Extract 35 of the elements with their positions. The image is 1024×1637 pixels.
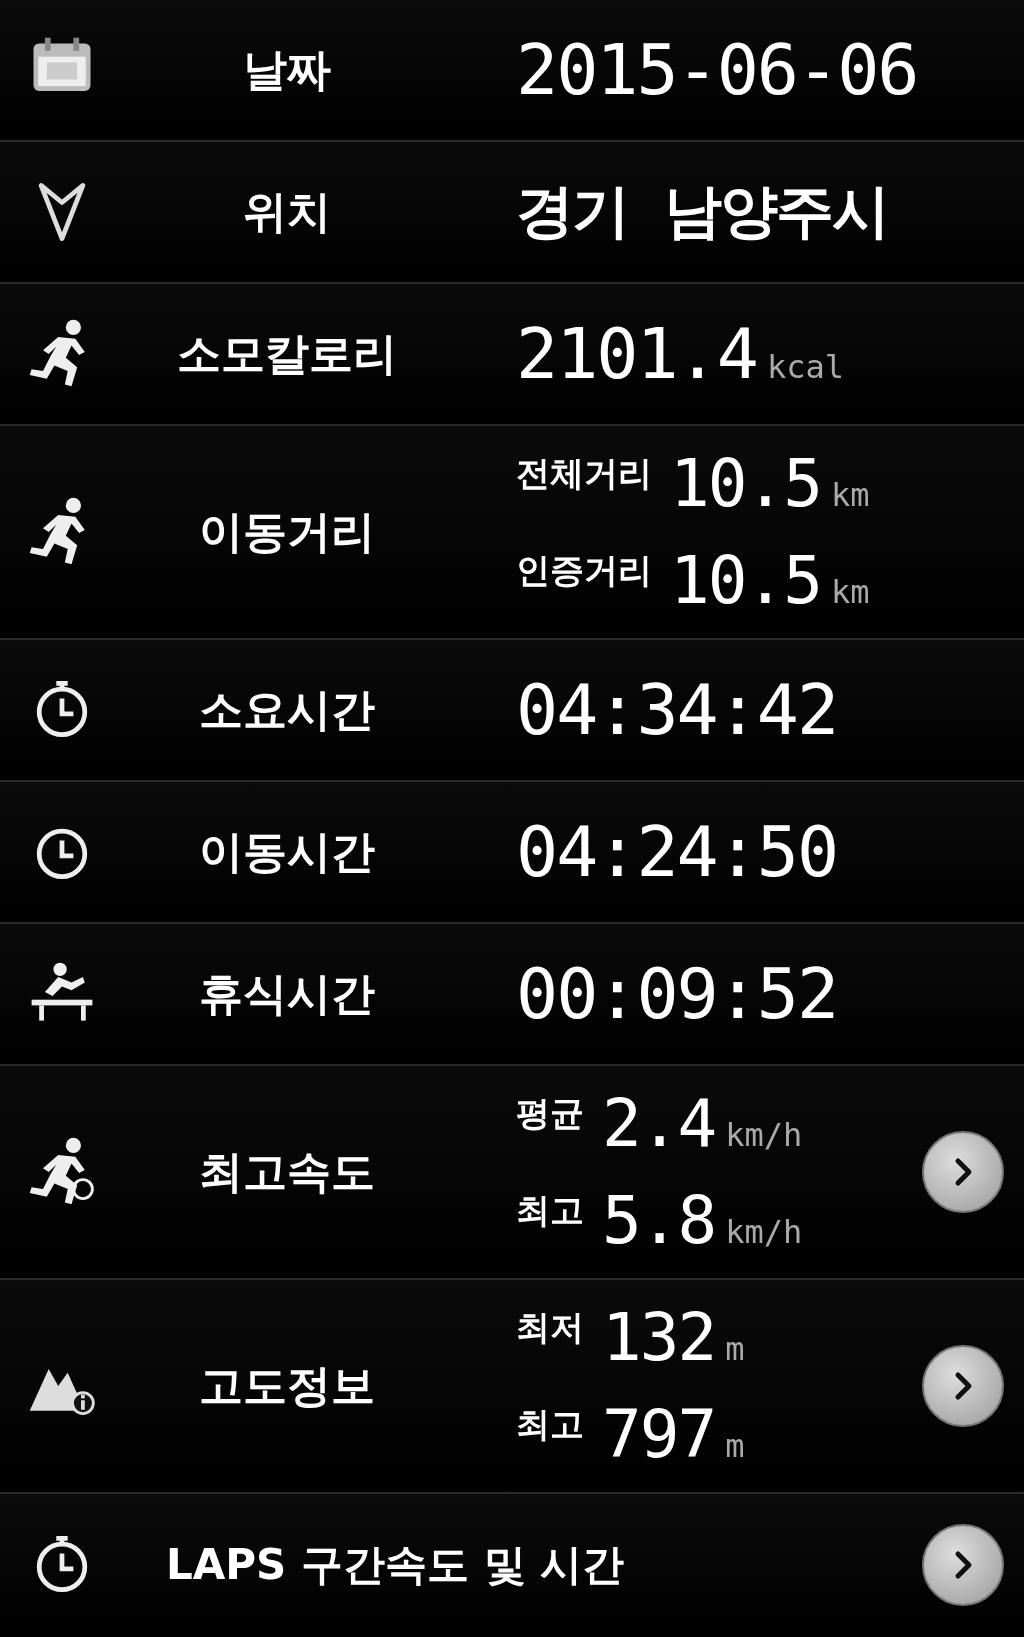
- value-caption: 최저: [516, 1306, 584, 1349]
- value-caption: 전체거리: [516, 452, 652, 495]
- row-value: 5.8: [602, 1182, 716, 1259]
- row-value: 04:34:42: [516, 669, 838, 751]
- row-value: 00:09:52: [516, 953, 838, 1035]
- row-label: 소요시간: [198, 682, 376, 737]
- row-value: 132: [602, 1299, 716, 1376]
- row-value: 04:24:50: [516, 811, 838, 893]
- unit-label: km: [830, 476, 870, 514]
- row-label: 최고속도: [198, 1144, 376, 1199]
- value-caption: 최고: [516, 1189, 584, 1232]
- row-label: 이동시간: [198, 824, 376, 879]
- unit-label: km/h: [725, 1213, 803, 1251]
- unit-label: m: [725, 1427, 745, 1465]
- row-label: 소모칼로리: [176, 326, 398, 381]
- row-value: 경기 남양주시: [516, 176, 889, 247]
- unit-label: km/h: [725, 1116, 803, 1154]
- value-caption: 최고: [516, 1403, 584, 1446]
- row-label: 이동거리: [198, 504, 376, 559]
- value-caption: 인증거리: [516, 549, 652, 592]
- unit-label: kcal: [766, 348, 844, 386]
- row-value: 2015-06-06: [516, 29, 918, 111]
- value-caption: 평균: [516, 1092, 584, 1135]
- row-value: 797: [602, 1396, 716, 1473]
- row-value: 10.5: [670, 542, 821, 619]
- row-value: 10.5: [670, 445, 821, 522]
- row-label: LAPS 구간속도 및 시간: [166, 1539, 625, 1591]
- row-label: 위치: [242, 184, 332, 239]
- unit-label: km: [830, 573, 870, 611]
- unit-label: m: [725, 1330, 745, 1368]
- row-value: 2101.4: [516, 313, 757, 395]
- row-label: 휴식시간: [198, 966, 376, 1021]
- row-label: 고도정보: [198, 1358, 376, 1413]
- row-value: 2.4: [602, 1085, 716, 1162]
- row-label: 날짜: [242, 42, 332, 97]
